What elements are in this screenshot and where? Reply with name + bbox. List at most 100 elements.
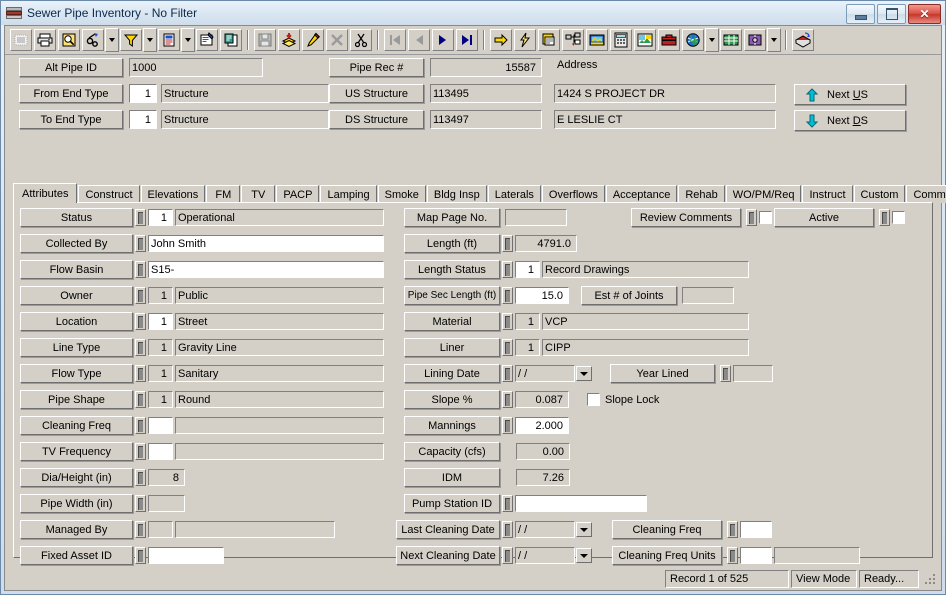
collected-by-label[interactable]: Collected By [20,234,133,253]
resize-grip[interactable] [923,572,937,586]
tv-frequency-value-field[interactable] [175,443,384,460]
tab-lamping[interactable]: Lamping [320,185,377,203]
cut-icon-button[interactable] [350,29,372,51]
quick-action-icon-button[interactable] [514,29,536,51]
next-cleaning-date-chevron-down-icon[interactable] [576,548,592,563]
add-record-icon-button[interactable] [278,29,300,51]
exit-icon-button[interactable] [792,29,814,51]
tab-bldg-insp[interactable]: Bldg Insp [426,185,487,203]
year-lined-label[interactable]: Year Lined [610,364,715,383]
slope-lock-checkbox[interactable] [587,393,600,406]
find-icon-button[interactable] [82,29,104,51]
length-ft-field[interactable]: 4791.0 [515,235,577,252]
minimize-button[interactable] [846,4,875,24]
tab-pacp[interactable]: PACP [276,185,320,203]
last-cleaning-date-lookup-icon[interactable] [502,521,513,538]
tv-frequency-code-field[interactable] [148,443,173,460]
material-value-field[interactable]: VCP [542,313,749,330]
us-structure-label[interactable]: US Structure [329,84,424,103]
pump-station-id-field[interactable] [515,495,647,512]
pipe-rec-label[interactable]: Pipe Rec # [329,58,424,77]
capacity-cfs-field[interactable]: 0.00 [516,443,570,460]
to-end-type-code[interactable]: 1 [129,110,157,129]
pipe-sec-length-lookup-icon[interactable] [502,287,513,304]
from-end-type-value[interactable]: Structure [161,84,329,103]
line-type-code-field[interactable]: 1 [148,339,173,356]
previous-record-icon-button[interactable] [408,29,430,51]
tab-overflows[interactable]: Overflows [541,185,605,203]
lining-date-chevron-down-icon[interactable] [576,366,592,381]
ds-structure-field[interactable]: 113497 [430,110,542,129]
line-type-label[interactable]: Line Type [20,338,133,357]
lining-date-label[interactable]: Lining Date [404,364,500,383]
pipe-shape-value-field[interactable]: Round [175,391,384,408]
cleaning-freq-code-field[interactable] [148,417,173,434]
pipe-sec-length-field[interactable]: 15.0 [515,287,569,304]
pipe-rec-field[interactable]: 15587 [430,58,542,77]
edit-record-icon-button[interactable] [302,29,324,51]
pipe-shape-lookup-icon[interactable] [135,391,146,408]
length-status-label[interactable]: Length Status [404,260,500,279]
help-book-icon-button[interactable] [744,29,766,51]
length-status-code-field[interactable]: 1 [515,261,540,278]
slope-percent-label[interactable]: Slope % [404,390,500,409]
flow-type-code-field[interactable]: 1 [148,365,173,382]
location-lookup-icon[interactable] [135,313,146,330]
flow-type-value-field[interactable]: Sanitary [175,365,384,382]
print-preview-icon-button[interactable] [58,29,80,51]
map-page-no-label[interactable]: Map Page No. [404,208,500,227]
dia-height-label[interactable]: Dia/Height (in) [20,468,133,487]
calculator-icon-button[interactable] [610,29,632,51]
active-checkbox[interactable] [892,211,905,224]
address-us-field[interactable]: 1424 S PROJECT DR [554,84,776,103]
delete-record-icon-button[interactable] [326,29,348,51]
managed-by-label[interactable]: Managed By [20,520,133,539]
location-code-field[interactable]: 1 [148,313,173,330]
globe-icon-button[interactable] [682,29,704,51]
tab-smoke[interactable]: Smoke [377,185,426,203]
liner-lookup-icon[interactable] [502,339,513,356]
pipe-width-label[interactable]: Pipe Width (in) [20,494,133,513]
map-page-no-field[interactable] [505,209,567,226]
review-comments-checkbox[interactable] [759,211,772,224]
cleaning-freq-right-label[interactable]: Cleaning Freq [612,520,722,539]
tab-acceptance[interactable]: Acceptance [605,185,678,203]
ds-structure-label[interactable]: DS Structure [329,110,424,129]
status-lookup-icon[interactable] [135,209,146,226]
location-label[interactable]: Location [20,312,133,331]
flow-basin-lookup-icon[interactable] [135,261,146,278]
flow-type-lookup-icon[interactable] [135,365,146,382]
year-lined-lookup-icon[interactable] [720,365,731,382]
alt-pipe-id-field[interactable]: 1000 [129,58,263,77]
globe-dropdown-icon[interactable] [705,28,719,52]
tab-rehab[interactable]: Rehab [678,185,725,203]
pipe-width-lookup-icon[interactable] [135,495,146,512]
fixed-asset-id-label[interactable]: Fixed Asset ID [20,546,133,565]
select-icon-button[interactable] [10,29,32,51]
next-us-button[interactable]: Next US [794,84,906,105]
next-ds-button[interactable]: Next DS [794,110,906,131]
to-end-type-value[interactable]: Structure [161,110,329,129]
managed-by-lookup-icon[interactable] [135,521,146,538]
save-icon-button[interactable] [254,29,276,51]
cleaning-freq-right-field[interactable] [740,521,772,538]
from-end-type-code[interactable]: 1 [129,84,157,103]
year-lined-field[interactable] [733,365,773,382]
idm-field[interactable]: 7.26 [516,469,570,486]
last-cleaning-date-chevron-down-icon[interactable] [576,522,592,537]
active-lookup-icon[interactable] [879,209,890,226]
pump-station-id-lookup-icon[interactable] [502,495,513,512]
lining-date-field[interactable]: / / [515,365,575,382]
tv-frequency-label[interactable]: TV Frequency [20,442,133,461]
material-lookup-icon[interactable] [502,313,513,330]
photo-icon-button[interactable] [634,29,656,51]
length-status-value-field[interactable]: Record Drawings [542,261,749,278]
copy-record-icon-button[interactable] [220,29,242,51]
length-ft-lookup-icon[interactable] [502,235,513,252]
slope-lock-group[interactable]: Slope Lock [587,393,659,406]
report-dropdown-icon[interactable] [181,28,195,52]
mannings-lookup-icon[interactable] [502,417,513,434]
from-end-type-label[interactable]: From End Type [19,84,123,103]
owner-value-field[interactable]: Public [175,287,384,304]
maximize-button[interactable] [877,4,906,24]
